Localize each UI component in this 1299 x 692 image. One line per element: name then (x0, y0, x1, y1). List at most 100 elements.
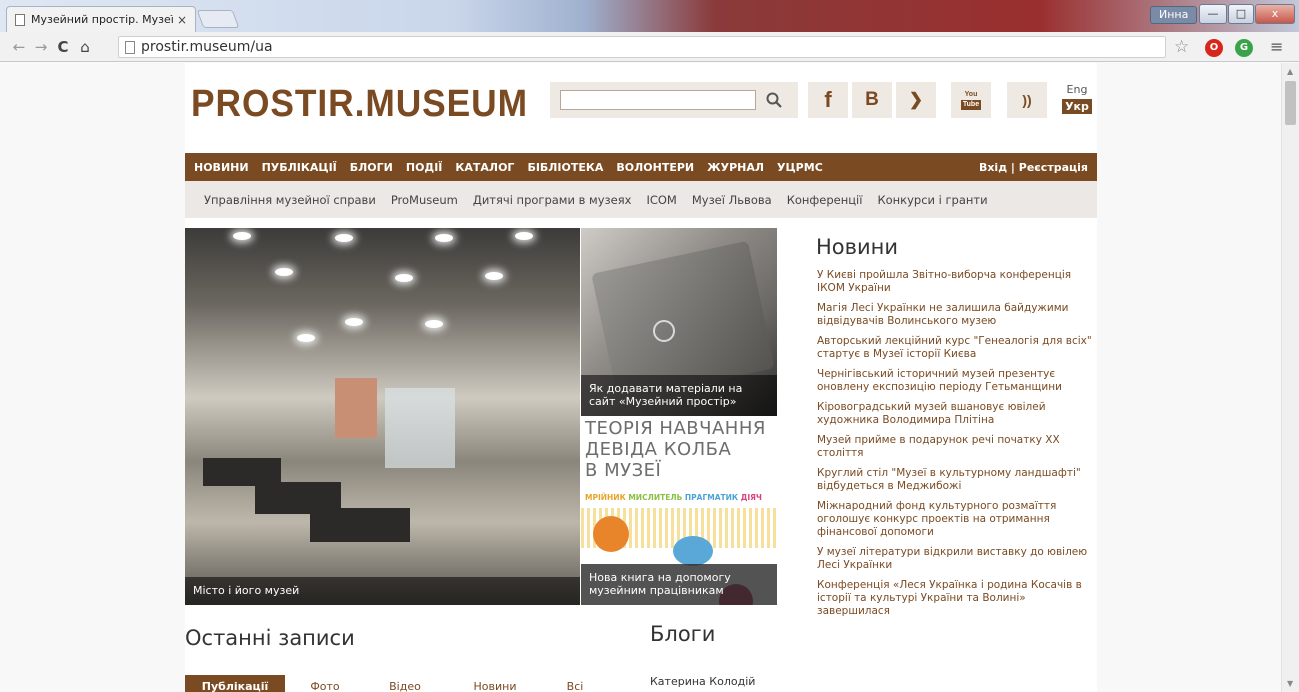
minimize-button[interactable]: — (1199, 4, 1227, 24)
scroll-up-icon[interactable]: ▲ (1287, 67, 1293, 76)
ceiling-light (233, 232, 251, 240)
address-bar[interactable]: prostir.museum/ua (118, 36, 1166, 58)
nav-ucrms[interactable]: УЦРМС (777, 161, 823, 174)
home-button[interactable]: ⌂ (74, 38, 96, 56)
news-column: Новини У Києві пройшла Звітно-виборча ко… (816, 235, 1093, 625)
youtube-icon-top: You (964, 91, 978, 98)
slide-laptop-caption[interactable]: Як додавати матеріали на сайт «Музейний … (581, 375, 777, 416)
nav-catalog[interactable]: КАТАЛОГ (455, 161, 514, 174)
subnav-children-programs[interactable]: Дитячі програми в музеях (473, 193, 632, 207)
nav-news[interactable]: НОВИНИ (194, 161, 249, 174)
news-item[interactable]: Конференція «Леся Українка і родина Коса… (817, 579, 1093, 618)
nav-blogs[interactable]: БЛОГИ (350, 161, 393, 174)
extension-g-icon[interactable]: G (1235, 39, 1253, 57)
browser-tab-bar: Музейний простір. Музеї Ук × Инна — □ x (0, 0, 1299, 32)
news-item[interactable]: Музей прийме в подарунок речі початку XX… (817, 434, 1093, 460)
vk-icon[interactable]: B (852, 82, 892, 118)
news-item[interactable]: У музеї літератури відкрили виставку до … (817, 546, 1093, 572)
ceiling-light (395, 274, 413, 282)
subnav-lviv-museums[interactable]: Музеї Львова (692, 193, 772, 207)
scroll-down-icon[interactable]: ▼ (1287, 679, 1293, 688)
recent-entries-heading: Останні записи (185, 626, 355, 650)
profile-button[interactable]: Инна (1150, 6, 1198, 24)
news-item[interactable]: Авторський лекційний курс "Генеалогія дл… (817, 335, 1093, 361)
login-register-link[interactable]: Вхід | Реєстрація (979, 161, 1088, 174)
subnav-icom[interactable]: ICOM (646, 193, 676, 207)
bookmark-star-icon[interactable]: ☆ (1174, 37, 1189, 57)
news-item[interactable]: Чернігівський історичний музей презентує… (817, 368, 1093, 394)
blogs-heading[interactable]: Блоги (650, 622, 715, 646)
new-tab-button[interactable] (196, 10, 240, 28)
featured-slide-laptop[interactable]: Як додавати матеріали на сайт «Музейний … (581, 228, 777, 416)
extension-o-icon[interactable]: O (1205, 39, 1223, 57)
back-button[interactable]: ← (8, 38, 30, 56)
rss-icon[interactable]: )) (1007, 82, 1047, 118)
subnav-museum-management[interactable]: Управління музейної справи (204, 193, 376, 207)
page-viewport: PROSTIR.MUSEUM f B ❯ You Tube )) Eng Укр… (0, 63, 1281, 692)
recent-entries-tabs: Публікації Фото Відео Новини Всі (185, 675, 605, 692)
featured-slide-book[interactable]: ТЕОРІЯ НАВЧАННЯ ДЕВІДА КОЛБА В МУЗЕЇ МРІ… (581, 416, 777, 605)
nav-publications[interactable]: ПУБЛІКАЦІЇ (262, 161, 337, 174)
twitter-icon[interactable]: ❯ (896, 82, 936, 118)
facebook-icon[interactable]: f (808, 82, 848, 118)
search-input[interactable] (560, 90, 756, 110)
book-title-line: В МУЗЕЇ (585, 460, 662, 481)
bench (310, 508, 410, 542)
page-icon (125, 40, 135, 54)
page-scrollbar[interactable]: ▲ ▼ (1281, 63, 1299, 692)
featured-slide-main[interactable]: Місто і його музей (185, 228, 580, 605)
ceiling-light (275, 268, 293, 276)
tab-all[interactable]: Всі (545, 675, 605, 692)
news-item[interactable]: Магія Лесі Українки не залишила байдужим… (817, 302, 1093, 328)
news-item[interactable]: У Києві пройшла Звітно-виборча конференц… (817, 269, 1093, 295)
news-item[interactable]: Міжнародний фонд культурного розмаїття о… (817, 500, 1093, 539)
scrollbar-thumb[interactable] (1285, 81, 1296, 125)
ceiling-light (425, 320, 443, 328)
ceiling-light (345, 318, 363, 326)
news-item[interactable]: Кіровоградський музей вшановує ювілей ху… (817, 401, 1093, 427)
lang-eng-link[interactable]: Eng (1062, 83, 1092, 96)
book-roles: МРІЙНИК МИСЛИТЕЛЬ ПРАГМАТИК ДІЯЧ (585, 493, 762, 502)
book-title-line: ТЕОРІЯ НАВЧАННЯ (585, 418, 766, 439)
forward-button[interactable]: → (30, 38, 52, 56)
search-icon[interactable] (766, 92, 782, 108)
nav-journal[interactable]: ЖУРНАЛ (707, 161, 764, 174)
browser-tab[interactable]: Музейний простір. Музеї Ук × (6, 6, 196, 32)
book-figure-blue (673, 536, 713, 566)
close-window-button[interactable]: x (1255, 4, 1295, 24)
ceiling-light (485, 272, 503, 280)
slide-book-caption[interactable]: Нова книга на допомогу музейним працівни… (581, 564, 777, 605)
news-heading[interactable]: Новини (816, 235, 1093, 259)
browser-menu-icon[interactable]: ≡ (1270, 37, 1283, 56)
maximize-button[interactable]: □ (1228, 4, 1254, 24)
tab-photo[interactable]: Фото (285, 675, 365, 692)
subnav-conferences[interactable]: Конференції (787, 193, 863, 207)
nav-volunteers[interactable]: ВОЛОНТЕРИ (616, 161, 694, 174)
youtube-icon-bottom: Tube (960, 100, 982, 110)
subnav-promuseum[interactable]: ProMuseum (391, 193, 458, 207)
language-switcher: Eng Укр (1062, 83, 1092, 114)
news-item[interactable]: Круглий стіл "Музеї в культурному ландша… (817, 467, 1093, 493)
tab-publications[interactable]: Публікації (185, 675, 285, 692)
laptop-logo (653, 320, 675, 342)
book-role: МРІЙНИК (585, 493, 626, 502)
lang-ukr-link[interactable]: Укр (1062, 99, 1092, 114)
nav-events[interactable]: ПОДІЇ (406, 161, 443, 174)
close-tab-icon[interactable]: × (177, 13, 187, 27)
youtube-icon[interactable]: You Tube (951, 82, 991, 118)
nav-library[interactable]: БІБЛІОТЕКА (527, 161, 603, 174)
exhibit-banner (335, 378, 377, 438)
url-text: prostir.museum/ua (141, 39, 273, 55)
subnav-contests-grants[interactable]: Конкурси і гранти (877, 193, 987, 207)
ceiling-light (335, 234, 353, 242)
tab-video[interactable]: Відео (365, 675, 445, 692)
tab-news[interactable]: Новини (445, 675, 545, 692)
page-icon (15, 13, 25, 26)
browser-toolbar: ← → C ⌂ prostir.museum/ua ☆ O G ≡ (0, 32, 1299, 62)
slide-main-caption[interactable]: Місто і його музей (185, 577, 580, 605)
blog-author-link[interactable]: Катерина Колодій (650, 675, 755, 688)
reload-button[interactable]: C (52, 38, 74, 56)
site-logo[interactable]: PROSTIR.MUSEUM (191, 83, 528, 126)
window-area (385, 388, 455, 468)
book-role: ДІЯЧ (740, 493, 762, 502)
